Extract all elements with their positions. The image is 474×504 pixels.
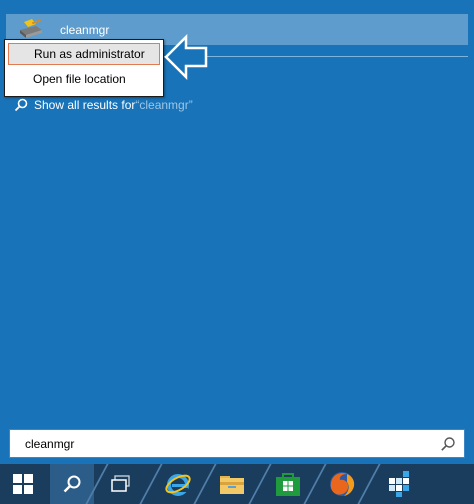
left-arrow-icon	[164, 34, 208, 80]
search-icon	[63, 475, 81, 493]
show-all-prefix: Show all results for	[34, 98, 136, 112]
task-view-button[interactable]	[100, 464, 144, 504]
internet-explorer-button[interactable]	[156, 464, 200, 504]
firefox-icon	[330, 472, 355, 496]
show-all-results-link[interactable]: Show all results for “cleanmgr”	[14, 98, 193, 112]
puzzle-cube-app-button[interactable]	[374, 464, 424, 504]
search-input[interactable]	[10, 430, 430, 457]
store-button[interactable]	[266, 464, 310, 504]
task-view-icon	[111, 475, 130, 492]
disk-cleanup-icon	[20, 19, 42, 38]
menu-item-open-file-location[interactable]: Open file location	[8, 69, 160, 91]
search-icon[interactable]	[440, 436, 456, 452]
store-icon	[276, 473, 300, 496]
search-result-label: cleanmgr	[60, 23, 110, 37]
file-explorer-icon	[220, 476, 244, 494]
firefox-button[interactable]	[320, 464, 364, 504]
windows-start-icon	[13, 474, 33, 494]
context-menu: Run as administrator Open file location	[4, 39, 164, 97]
puzzle-cube-icon	[389, 471, 409, 497]
menu-item-run-as-administrator[interactable]: Run as administrator	[8, 43, 160, 65]
search-icon	[14, 98, 28, 112]
file-explorer-button[interactable]	[210, 464, 254, 504]
taskbar	[0, 464, 474, 504]
show-all-query: “cleanmgr”	[135, 98, 193, 112]
search-box	[9, 429, 465, 458]
start-button[interactable]	[0, 464, 46, 504]
internet-explorer-icon	[165, 474, 191, 496]
